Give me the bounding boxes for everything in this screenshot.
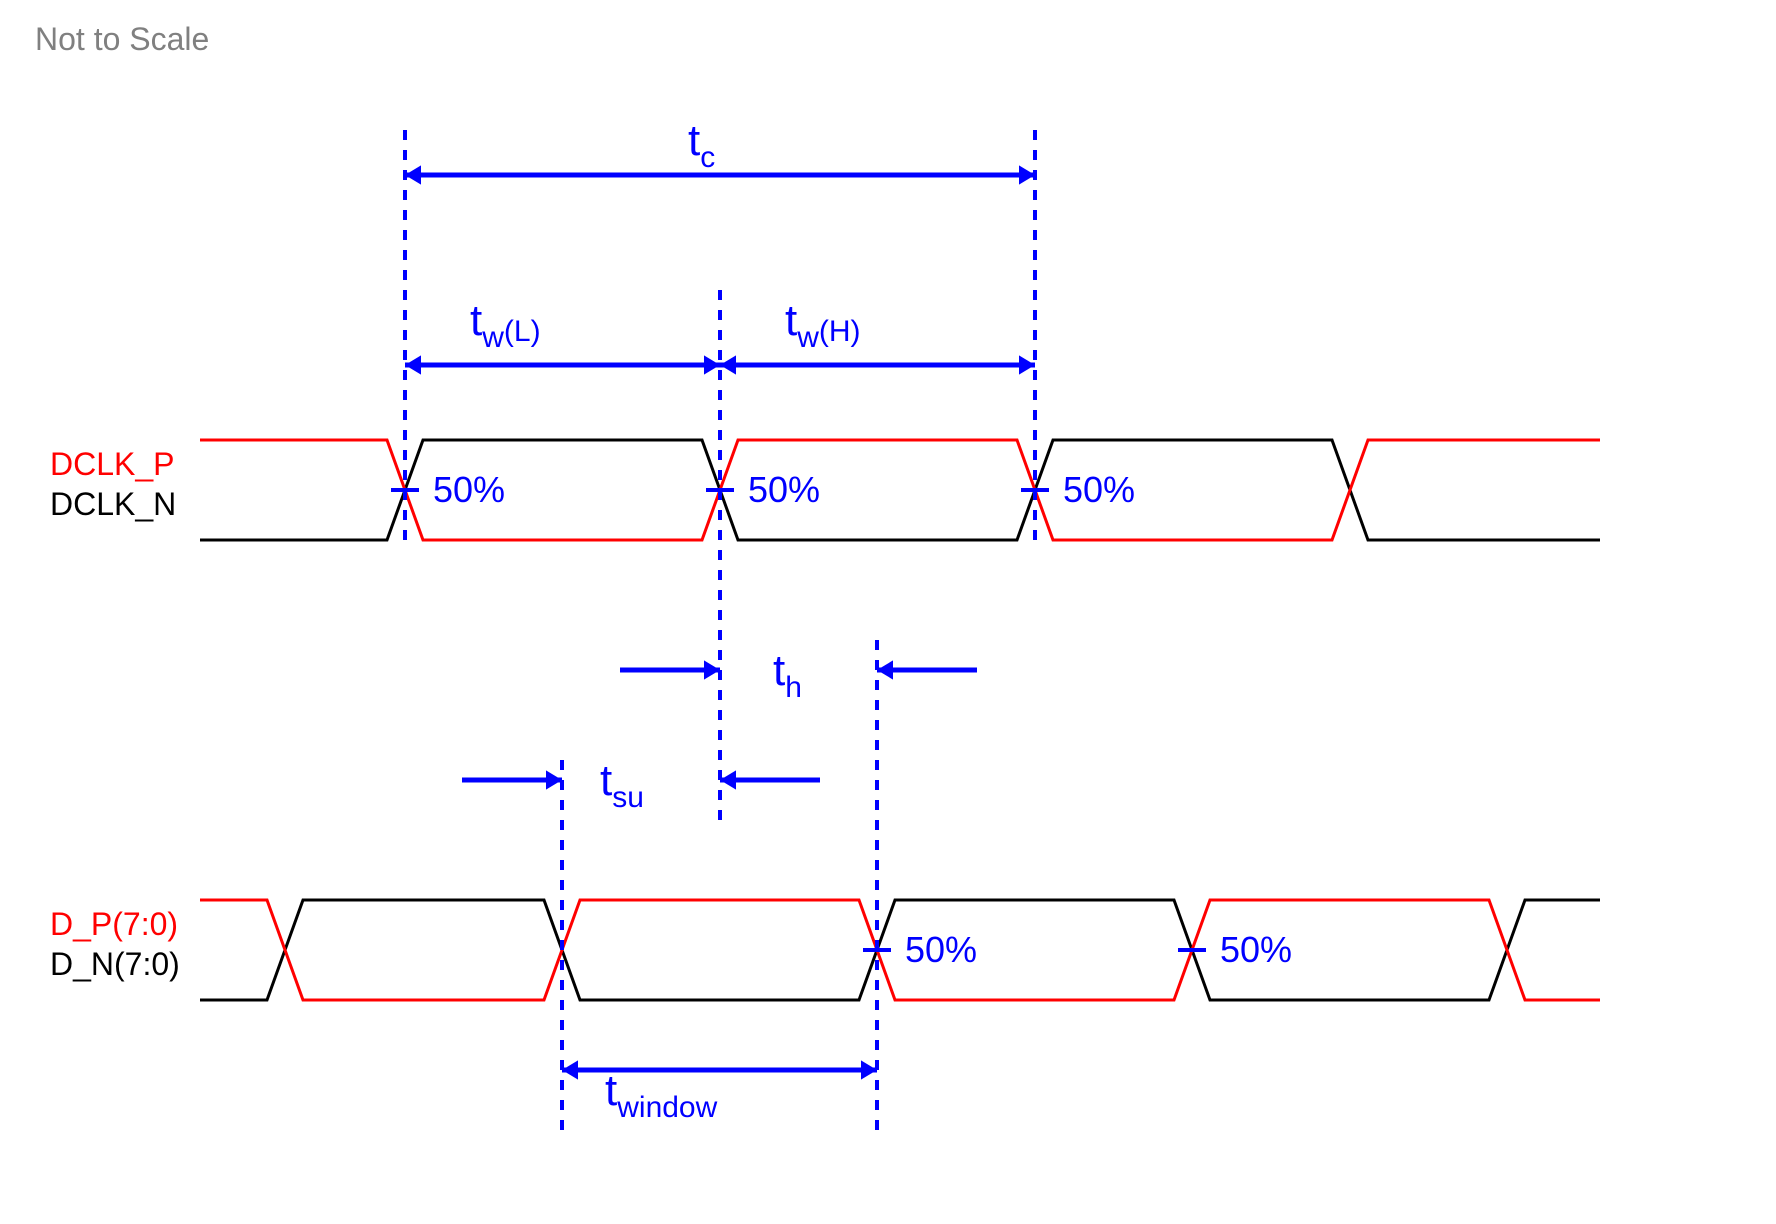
data-waveforms bbox=[200, 900, 1600, 1000]
label-twindow: twindow bbox=[605, 1066, 718, 1124]
vertical-guides bbox=[405, 130, 1035, 1130]
label-twL: tw(L) bbox=[470, 296, 541, 354]
label-dclk-p: DCLK_P bbox=[50, 446, 175, 482]
pct-label: 50% bbox=[433, 469, 505, 510]
fifty-percent-marks: 50% 50% 50% 50% 50% bbox=[391, 469, 1292, 970]
label-th: th bbox=[773, 646, 802, 704]
label-tc: tc bbox=[688, 116, 715, 174]
scale-note: Not to Scale bbox=[35, 21, 209, 57]
label-d-p: D_P(7:0) bbox=[50, 906, 178, 942]
pct-label: 50% bbox=[905, 929, 977, 970]
pct-label: 50% bbox=[1063, 469, 1135, 510]
timing-labels: tc tw(L) tw(H) th tsu twindow bbox=[470, 116, 861, 1124]
label-d-n: D_N(7:0) bbox=[50, 946, 180, 982]
label-tsu: tsu bbox=[600, 756, 644, 814]
label-twH: tw(H) bbox=[785, 296, 861, 354]
pct-label: 50% bbox=[748, 469, 820, 510]
timing-diagram: Not to Scale DCLK_P DCLK_N D_P(7:0) D_N(… bbox=[0, 0, 1776, 1224]
label-dclk-n: DCLK_N bbox=[50, 486, 176, 522]
pct-label: 50% bbox=[1220, 929, 1292, 970]
